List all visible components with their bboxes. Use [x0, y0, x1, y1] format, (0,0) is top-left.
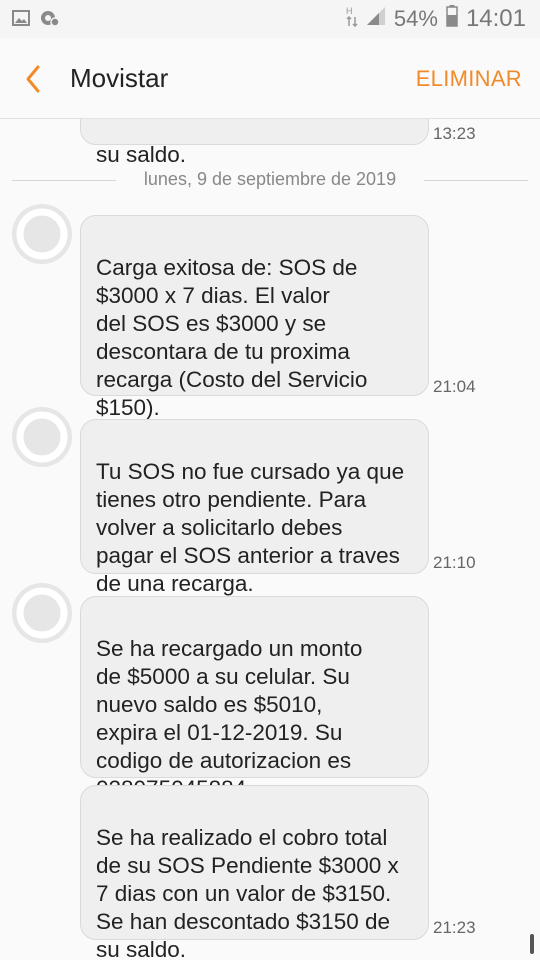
date-divider: lunes, 9 de septiembre de 2019	[0, 169, 540, 193]
delete-button[interactable]: ELIMINAR	[416, 66, 522, 92]
back-button[interactable]	[20, 62, 50, 96]
message-text: Carga exitosa de: SOS de $3000 x 7 dias.…	[96, 255, 368, 420]
status-time: 14:01	[465, 5, 526, 32]
message-time: 21:04	[433, 377, 476, 396]
message-bubble[interactable]: Se ha recargado un monto de $5000 a su c…	[80, 596, 429, 801]
message-list[interactable]: su saldo. 13:23 lunes, 9 de septiembre d…	[0, 119, 540, 960]
back-arrow-icon	[20, 65, 50, 100]
message-text: Se ha recargado un monto de $5000 a su c…	[96, 636, 363, 801]
message-bubble[interactable]: Se ha realizado el cobro total de su SOS…	[80, 785, 429, 960]
conversation-header: Movistar ELIMINAR	[0, 38, 540, 119]
default-avatar-icon	[12, 407, 72, 467]
avatar[interactable]	[12, 204, 72, 264]
settings-notification-icon	[40, 9, 60, 32]
conversation-title: Movistar	[70, 63, 169, 93]
battery-percentage: 54%	[393, 6, 438, 31]
avatar[interactable]	[12, 583, 72, 643]
message-bubble[interactable]: su saldo.	[80, 119, 429, 167]
svg-text:H: H	[346, 6, 353, 16]
message-text: Tu SOS no fue cursado ya que tienes otro…	[96, 459, 405, 596]
default-avatar-icon	[12, 583, 72, 643]
scrollbar-thumb[interactable]	[530, 934, 534, 954]
signal-icon	[366, 6, 386, 32]
status-bar: H 54% 14:01	[0, 0, 540, 38]
message-bubble[interactable]: Tu SOS no fue cursado ya que tienes otro…	[80, 419, 429, 596]
divider-line	[424, 180, 528, 181]
message-time: 21:23	[433, 918, 476, 937]
avatar[interactable]	[12, 407, 72, 467]
message-text: su saldo.	[96, 142, 187, 167]
battery-icon	[446, 5, 458, 33]
message-text: Se ha realizado el cobro total de su SOS…	[96, 825, 399, 960]
message-time: 13:23	[433, 124, 476, 143]
default-avatar-icon	[12, 204, 72, 264]
image-notification-icon	[12, 10, 30, 31]
data-arrows-icon: H	[346, 5, 358, 33]
message-time: 21:10	[433, 553, 476, 572]
message-bubble[interactable]: Carga exitosa de: SOS de $3000 x 7 dias.…	[80, 215, 429, 420]
